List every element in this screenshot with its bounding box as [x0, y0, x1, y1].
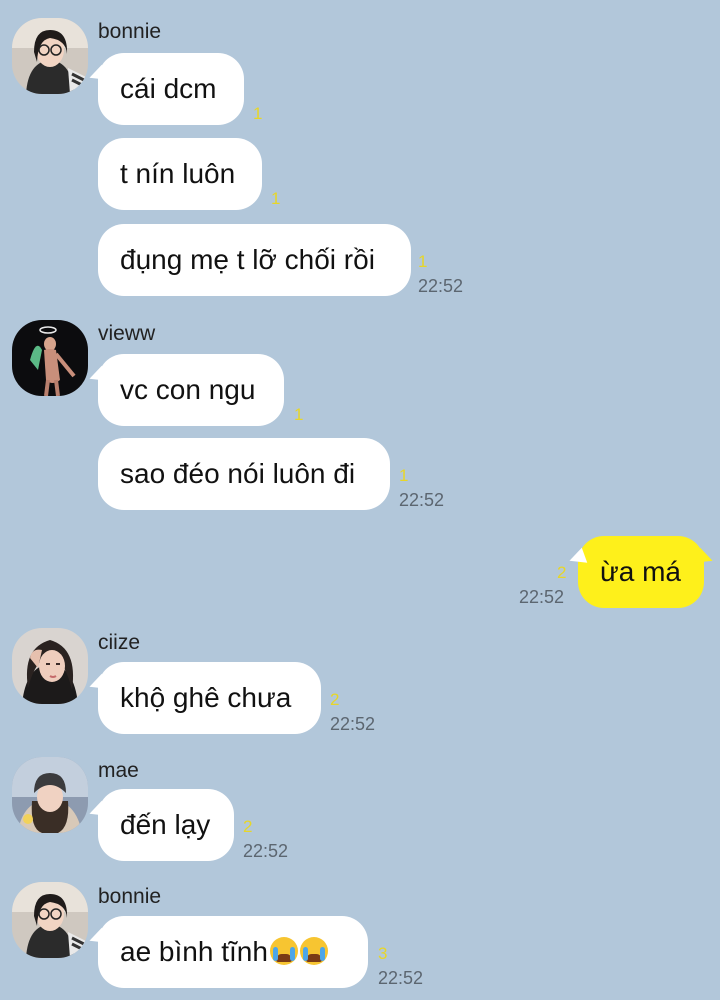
avatar-mae[interactable]: [12, 757, 88, 833]
unread-count: 1: [253, 104, 263, 123]
message-timestamp: 22:52: [330, 714, 376, 734]
loudly-crying-face-icon: [269, 937, 298, 965]
message-bubble[interactable]: ae bình tĩnh: [98, 916, 368, 988]
avatar-night-figure-icon: [12, 320, 88, 396]
message-bubble[interactable]: đến lạy: [98, 789, 234, 861]
avatar-bonnie[interactable]: [12, 882, 88, 958]
message-bubble[interactable]: vc con ngu: [98, 354, 284, 426]
avatar-vieww[interactable]: [12, 320, 88, 396]
message-bubble[interactable]: đụng mẹ t lỡ chối rồi: [98, 224, 411, 296]
message-timestamp: 22:52: [418, 276, 464, 296]
message-timestamp: 22:52: [378, 968, 424, 988]
sender-name: bonnie: [98, 885, 162, 908]
sender-name: bonnie: [98, 20, 162, 43]
unread-count: 2: [557, 563, 567, 582]
avatar-girl-glasses-icon: [12, 882, 88, 958]
unread-count: 2: [330, 690, 340, 709]
avatar-ciize[interactable]: [12, 628, 88, 704]
loudly-crying-face-icon: [299, 937, 328, 965]
unread-count: 1: [271, 189, 281, 208]
message-bubble[interactable]: t nín luôn: [98, 138, 262, 210]
message-bubble[interactable]: sao đéo nói luôn đi: [98, 438, 390, 510]
message-bubble[interactable]: cái dcm: [98, 53, 244, 125]
unread-count: 3: [378, 944, 388, 963]
avatar-girl-portrait-icon: [12, 628, 88, 704]
sender-name: ciize: [98, 631, 141, 654]
unread-count: 1: [418, 252, 428, 271]
avatar-girl-beanie-icon: [12, 757, 88, 833]
sender-name: mae: [98, 759, 139, 782]
unread-count: 1: [294, 405, 304, 424]
message-timestamp: 22:52: [399, 490, 445, 510]
message-bubble[interactable]: khộ ghê chưa: [98, 662, 321, 734]
avatar-bonnie[interactable]: [12, 18, 88, 94]
message-timestamp: 22:52: [519, 587, 565, 607]
my-message-bubble[interactable]: ừa má: [578, 536, 704, 608]
unread-count: 2: [243, 817, 253, 836]
message-timestamp: 22:52: [243, 841, 289, 861]
avatar-girl-glasses-icon: [12, 18, 88, 94]
sender-name: vieww: [98, 322, 156, 345]
message-text: ae bình tĩnh: [120, 936, 268, 967]
unread-count: 1: [399, 466, 409, 485]
